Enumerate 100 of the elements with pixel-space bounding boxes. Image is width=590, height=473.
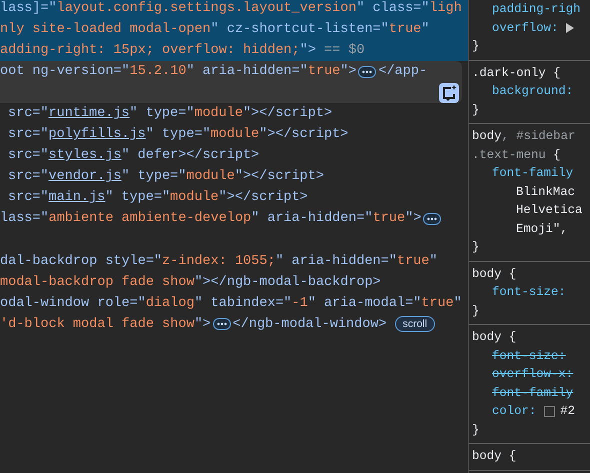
attribute-value: module <box>210 126 260 144</box>
css-selector: body <box>472 128 502 145</box>
attribute-text: "></ngb-modal-backdrop> <box>194 274 381 292</box>
attribute-text: " aria-hidden=" <box>251 210 373 228</box>
selected-row[interactable]: nly site-loaded modal-open" cz-shortcut-listen="true" <box>0 19 468 40</box>
attribute-value: true <box>421 294 454 313</box>
attribute-value: 15.2.10 <box>130 63 186 81</box>
attribute-text: src=" <box>8 105 49 124</box>
attribute-value: true <box>308 63 340 81</box>
tag-text: </app- <box>378 63 428 81</box>
attribute-text: src=" <box>8 168 49 186</box>
attribute-value: module <box>170 189 219 208</box>
attribute-text: oot ng-version=" <box>0 63 130 81</box>
more-dots-icon <box>216 322 227 326</box>
css-property: overflow-x: <box>492 366 574 383</box>
attribute-value: module <box>194 105 243 124</box>
file-link[interactable]: main.js <box>48 187 106 208</box>
expand-ellipsis-button[interactable] <box>358 66 376 78</box>
css-selector: , #sidebar <box>502 128 576 145</box>
css-value: BlinkMac <box>516 184 576 200</box>
file-link[interactable]: polyfills.js <box>48 124 146 146</box>
css-selector: body { <box>472 448 516 465</box>
selected-node-reference: == $0 <box>323 42 365 60</box>
css-selector: body { <box>472 329 516 346</box>
attribute-value: -1 <box>292 294 308 313</box>
hovered-row[interactable]: oot ng-version="15.2.10" aria-hidden="true"> </app- <box>0 61 462 104</box>
color-swatch[interactable] <box>544 406 556 417</box>
attribute-value: dialog <box>146 294 194 313</box>
css-property: font-size: <box>492 348 566 364</box>
attribute-text: "></script> <box>218 189 308 208</box>
attribute-text: " cz-shortcut-listen=" <box>210 21 389 39</box>
css-value: Emoji", <box>516 220 569 238</box>
attribute-text: " aria-modal=" <box>308 294 422 313</box>
attribute-text: src=" <box>8 126 49 144</box>
css-brace: } <box>472 302 480 320</box>
attribute-text: " type=" <box>130 105 194 124</box>
css-property: padding-righ <box>492 1 581 18</box>
attribute-text: "> <box>194 316 211 334</box>
attribute-text: " aria-hidden=" <box>186 63 308 81</box>
css-selector: { <box>552 146 561 164</box>
attribute-value: 'd-block modal fade show <box>0 316 194 334</box>
attribute-text: "> <box>300 42 316 60</box>
css-property: background: <box>492 83 574 100</box>
expand-triangle-icon[interactable] <box>566 22 574 33</box>
attribute-value: adding-right: 15px; overflow: hidden; <box>0 42 300 60</box>
attribute-value: z-index: 1055; <box>162 252 276 271</box>
expand-ellipsis-button[interactable] <box>423 212 442 225</box>
attribute-text: odal-window role=" <box>0 294 146 313</box>
attribute-text: " type=" <box>121 168 186 186</box>
attribute-text: " type=" <box>105 189 170 208</box>
attribute-text: " aria-hidden=" <box>275 252 397 271</box>
more-dots-icon <box>362 70 372 74</box>
attribute-text: "></script> <box>242 105 332 124</box>
attribute-value: ambiente ambiente-develop <box>48 210 252 228</box>
attribute-value: nly site-loaded modal-open <box>0 21 211 39</box>
attribute-text: "></script> <box>234 168 324 186</box>
attribute-text: "> <box>340 63 356 81</box>
selected-row[interactable]: adding-right: 15px; overflow: hidden;"> == $0 <box>0 40 468 61</box>
css-property: font-family <box>492 384 574 402</box>
attribute-text: " class=" <box>356 0 430 18</box>
css-selector: .dark-only { <box>472 64 561 82</box>
attribute-text: dal-backdrop style=" <box>0 252 162 271</box>
css-selector: .text-menu <box>472 146 546 164</box>
selected-row[interactable]: lass]="layout.config.settings.layout_version" class="ligh <box>0 0 468 19</box>
attribute-text: "></script> <box>259 126 348 144</box>
attribute-text: " type=" <box>146 126 211 144</box>
css-brace: } <box>472 38 480 55</box>
css-property: font-family <box>492 165 574 182</box>
css-selector: body { <box>472 266 516 282</box>
ai-assistant-icon[interactable] <box>439 82 459 103</box>
expand-ellipsis-button[interactable] <box>212 318 231 330</box>
attribute-text: "> <box>405 210 422 228</box>
attribute-value: ligh <box>429 0 462 18</box>
attribute-text: src=" <box>8 189 49 208</box>
attribute-text: src=" <box>8 147 49 166</box>
file-link[interactable]: vendor.js <box>48 166 122 188</box>
css-property: overflow: <box>492 20 558 36</box>
css-brace: } <box>472 422 480 438</box>
attribute-text: lass]=" <box>0 0 57 18</box>
attribute-text: " defer></script> <box>121 147 260 166</box>
attribute-text: lass=" <box>0 210 49 228</box>
css-property: color: <box>492 403 536 420</box>
attribute-value: true <box>388 21 422 39</box>
attribute-text: " <box>454 294 462 313</box>
attribute-value: true <box>396 252 430 271</box>
more-dots-icon <box>427 216 438 221</box>
file-link[interactable]: styles.js <box>48 145 122 166</box>
attribute-text: " <box>421 21 430 39</box>
file-link[interactable]: runtime.js <box>48 103 130 124</box>
attribute-value: layout.config.settings.layout_version <box>56 0 356 18</box>
css-property: font-size: <box>492 284 566 301</box>
css-value: Helvetica <box>516 202 582 219</box>
scroll-badge[interactable]: scroll <box>394 316 436 332</box>
attribute-text: " <box>429 252 438 271</box>
attribute-value: modal-backdrop fade show <box>0 274 194 292</box>
attribute-text: " tabindex=" <box>194 294 292 313</box>
css-brace: } <box>472 102 480 118</box>
attribute-value: module <box>186 168 235 186</box>
css-value: #2 <box>560 403 576 420</box>
css-brace: } <box>472 239 480 256</box>
